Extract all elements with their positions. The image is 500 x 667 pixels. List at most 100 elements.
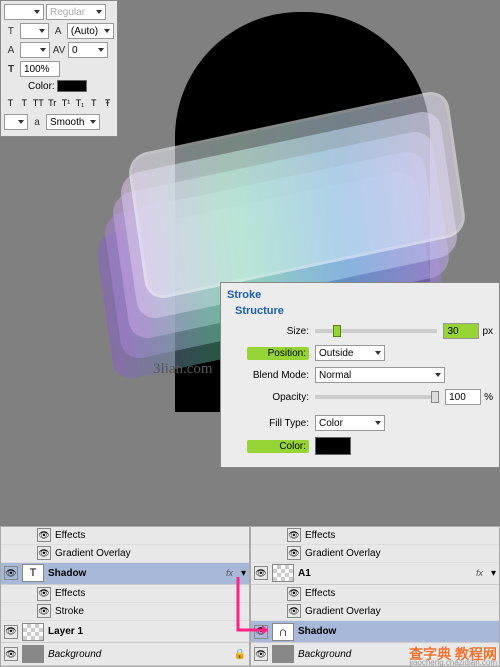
visibility-toggle[interactable] — [37, 604, 51, 618]
layer-thumb-text: T — [22, 564, 44, 582]
effects-label: Effects — [305, 588, 335, 599]
layer-layer1[interactable]: Layer 1 — [1, 621, 249, 644]
stroke-effect-label: Stroke — [55, 606, 84, 617]
bold-button[interactable]: T — [4, 95, 17, 111]
fx-badge[interactable]: fx — [476, 568, 483, 578]
layer-thumb-bg — [22, 645, 44, 663]
position-dropdown[interactable]: Outside — [315, 345, 385, 361]
visibility-toggle[interactable] — [37, 546, 51, 560]
filltype-dropdown[interactable]: Color — [315, 415, 385, 431]
size-value-box[interactable]: 30 — [443, 323, 479, 339]
size-slider[interactable] — [315, 329, 437, 333]
layer-background[interactable]: Background 🔒 — [1, 643, 249, 666]
underline-button[interactable]: T — [87, 95, 100, 111]
visibility-toggle[interactable] — [287, 528, 301, 542]
visibility-toggle[interactable] — [254, 647, 268, 661]
smallcaps-button[interactable]: Tr — [46, 95, 59, 111]
filltype-label: Fill Type: — [247, 418, 309, 429]
strike-button[interactable]: Ŧ — [101, 95, 114, 111]
chevron-down-icon[interactable]: ▾ — [491, 568, 496, 579]
layer-thumb-bg — [272, 645, 294, 663]
blend-dropdown[interactable]: Normal — [315, 367, 445, 383]
stroke-panel: Stroke Structure Size: 30 px Position: O… — [220, 282, 500, 468]
stroke-title: Stroke — [227, 289, 493, 301]
visibility-toggle[interactable] — [287, 587, 301, 601]
font-size-dropdown[interactable] — [20, 23, 50, 39]
character-panel: Regular T A (Auto) A AV 0 T 100% Color: … — [0, 0, 118, 137]
tracking-icon: AV — [52, 43, 66, 57]
gradient-overlay-label: Gradient Overlay — [305, 548, 381, 559]
size-slider-thumb[interactable] — [333, 325, 341, 337]
allcaps-button[interactable]: TT — [32, 95, 45, 111]
filltype-value: Color — [319, 418, 343, 429]
opacity-unit: % — [484, 392, 493, 403]
visibility-toggle[interactable] — [37, 587, 51, 601]
layer-name-shadow: Shadow — [298, 626, 496, 637]
layer-name-layer1: Layer 1 — [48, 626, 246, 637]
font-size-icon: T — [4, 24, 18, 38]
italic-button[interactable]: T — [18, 95, 31, 111]
visibility-toggle[interactable] — [4, 625, 18, 639]
size-value: 30 — [447, 326, 458, 337]
watermark-text: 3lian.com — [153, 361, 213, 378]
superscript-button[interactable]: T¹ — [60, 95, 73, 111]
tracking-value: 0 — [72, 45, 78, 56]
antialias-dropdown[interactable]: Smooth — [46, 114, 100, 130]
opacity-label: Opacity: — [247, 392, 309, 403]
blend-label: Blend Mode: — [247, 370, 309, 381]
layer-name-shadow: Shadow — [48, 568, 222, 579]
visibility-toggle[interactable] — [287, 604, 301, 618]
text-color-swatch[interactable] — [57, 80, 87, 92]
effects-label: Effects — [55, 588, 85, 599]
gradient-overlay-label: Gradient Overlay — [305, 606, 381, 617]
kerning-dropdown[interactable] — [20, 42, 50, 58]
footer-url: jiaocheng.chazidian.com — [409, 658, 497, 667]
visibility-toggle[interactable] — [287, 546, 301, 560]
size-label: Size: — [247, 326, 309, 337]
leading-icon: A — [51, 24, 65, 38]
type-style-buttons: T T TT Tr T¹ T₁ T Ŧ — [4, 95, 114, 111]
visibility-toggle[interactable] — [254, 625, 268, 639]
structure-subtitle: Structure — [235, 305, 493, 317]
layer-shadow[interactable]: T Shadow fx ▾ — [1, 563, 249, 586]
leading-dropdown[interactable]: (Auto) — [67, 23, 114, 39]
layer-thumb-a1 — [272, 564, 294, 582]
layer-name-bg: Background — [48, 649, 230, 660]
opacity-value-box[interactable]: 100 — [445, 389, 481, 405]
color-label: Color: — [28, 81, 55, 92]
layers-panel-left: Effects Gradient Overlay T Shadow fx ▾ E… — [0, 526, 250, 667]
layer-shadow-right[interactable]: ∩ Shadow — [251, 621, 499, 644]
visibility-toggle[interactable] — [37, 528, 51, 542]
kerning-icon: A — [4, 43, 18, 57]
subscript-button[interactable]: T₁ — [73, 95, 86, 111]
font-family-dropdown[interactable] — [4, 4, 44, 20]
stroke-color-label: Color: — [247, 440, 309, 453]
scale-input[interactable]: 100% — [20, 61, 60, 77]
font-style-dropdown[interactable]: Regular — [46, 4, 106, 20]
opacity-value: 100 — [449, 392, 466, 403]
effects-label: Effects — [305, 530, 335, 541]
glass-layer-5 — [126, 88, 467, 302]
tracking-dropdown[interactable]: 0 — [68, 42, 108, 58]
blend-value: Normal — [319, 370, 351, 381]
lang-dropdown[interactable] — [4, 114, 28, 130]
visibility-toggle[interactable] — [4, 566, 18, 580]
visibility-toggle[interactable] — [254, 566, 268, 580]
layer-name-a1: A1 — [298, 568, 472, 579]
position-label: Position: — [247, 347, 309, 360]
scale-icon: T — [4, 62, 18, 76]
position-value: Outside — [319, 348, 353, 359]
effects-label: Effects — [55, 530, 85, 541]
opacity-slider[interactable] — [315, 395, 439, 399]
scale-value: 100% — [24, 64, 50, 75]
opacity-slider-thumb[interactable] — [431, 391, 439, 403]
size-unit: px — [482, 326, 493, 337]
lock-icon: 🔒 — [234, 649, 246, 660]
layer-a1[interactable]: A1 fx ▾ — [251, 563, 499, 586]
aa-icon: a — [30, 115, 44, 129]
font-style-value: Regular — [50, 7, 85, 18]
fx-badge[interactable]: fx — [226, 568, 233, 578]
stroke-color-swatch[interactable] — [315, 437, 351, 455]
chevron-down-icon[interactable]: ▾ — [241, 568, 246, 579]
visibility-toggle[interactable] — [4, 647, 18, 661]
